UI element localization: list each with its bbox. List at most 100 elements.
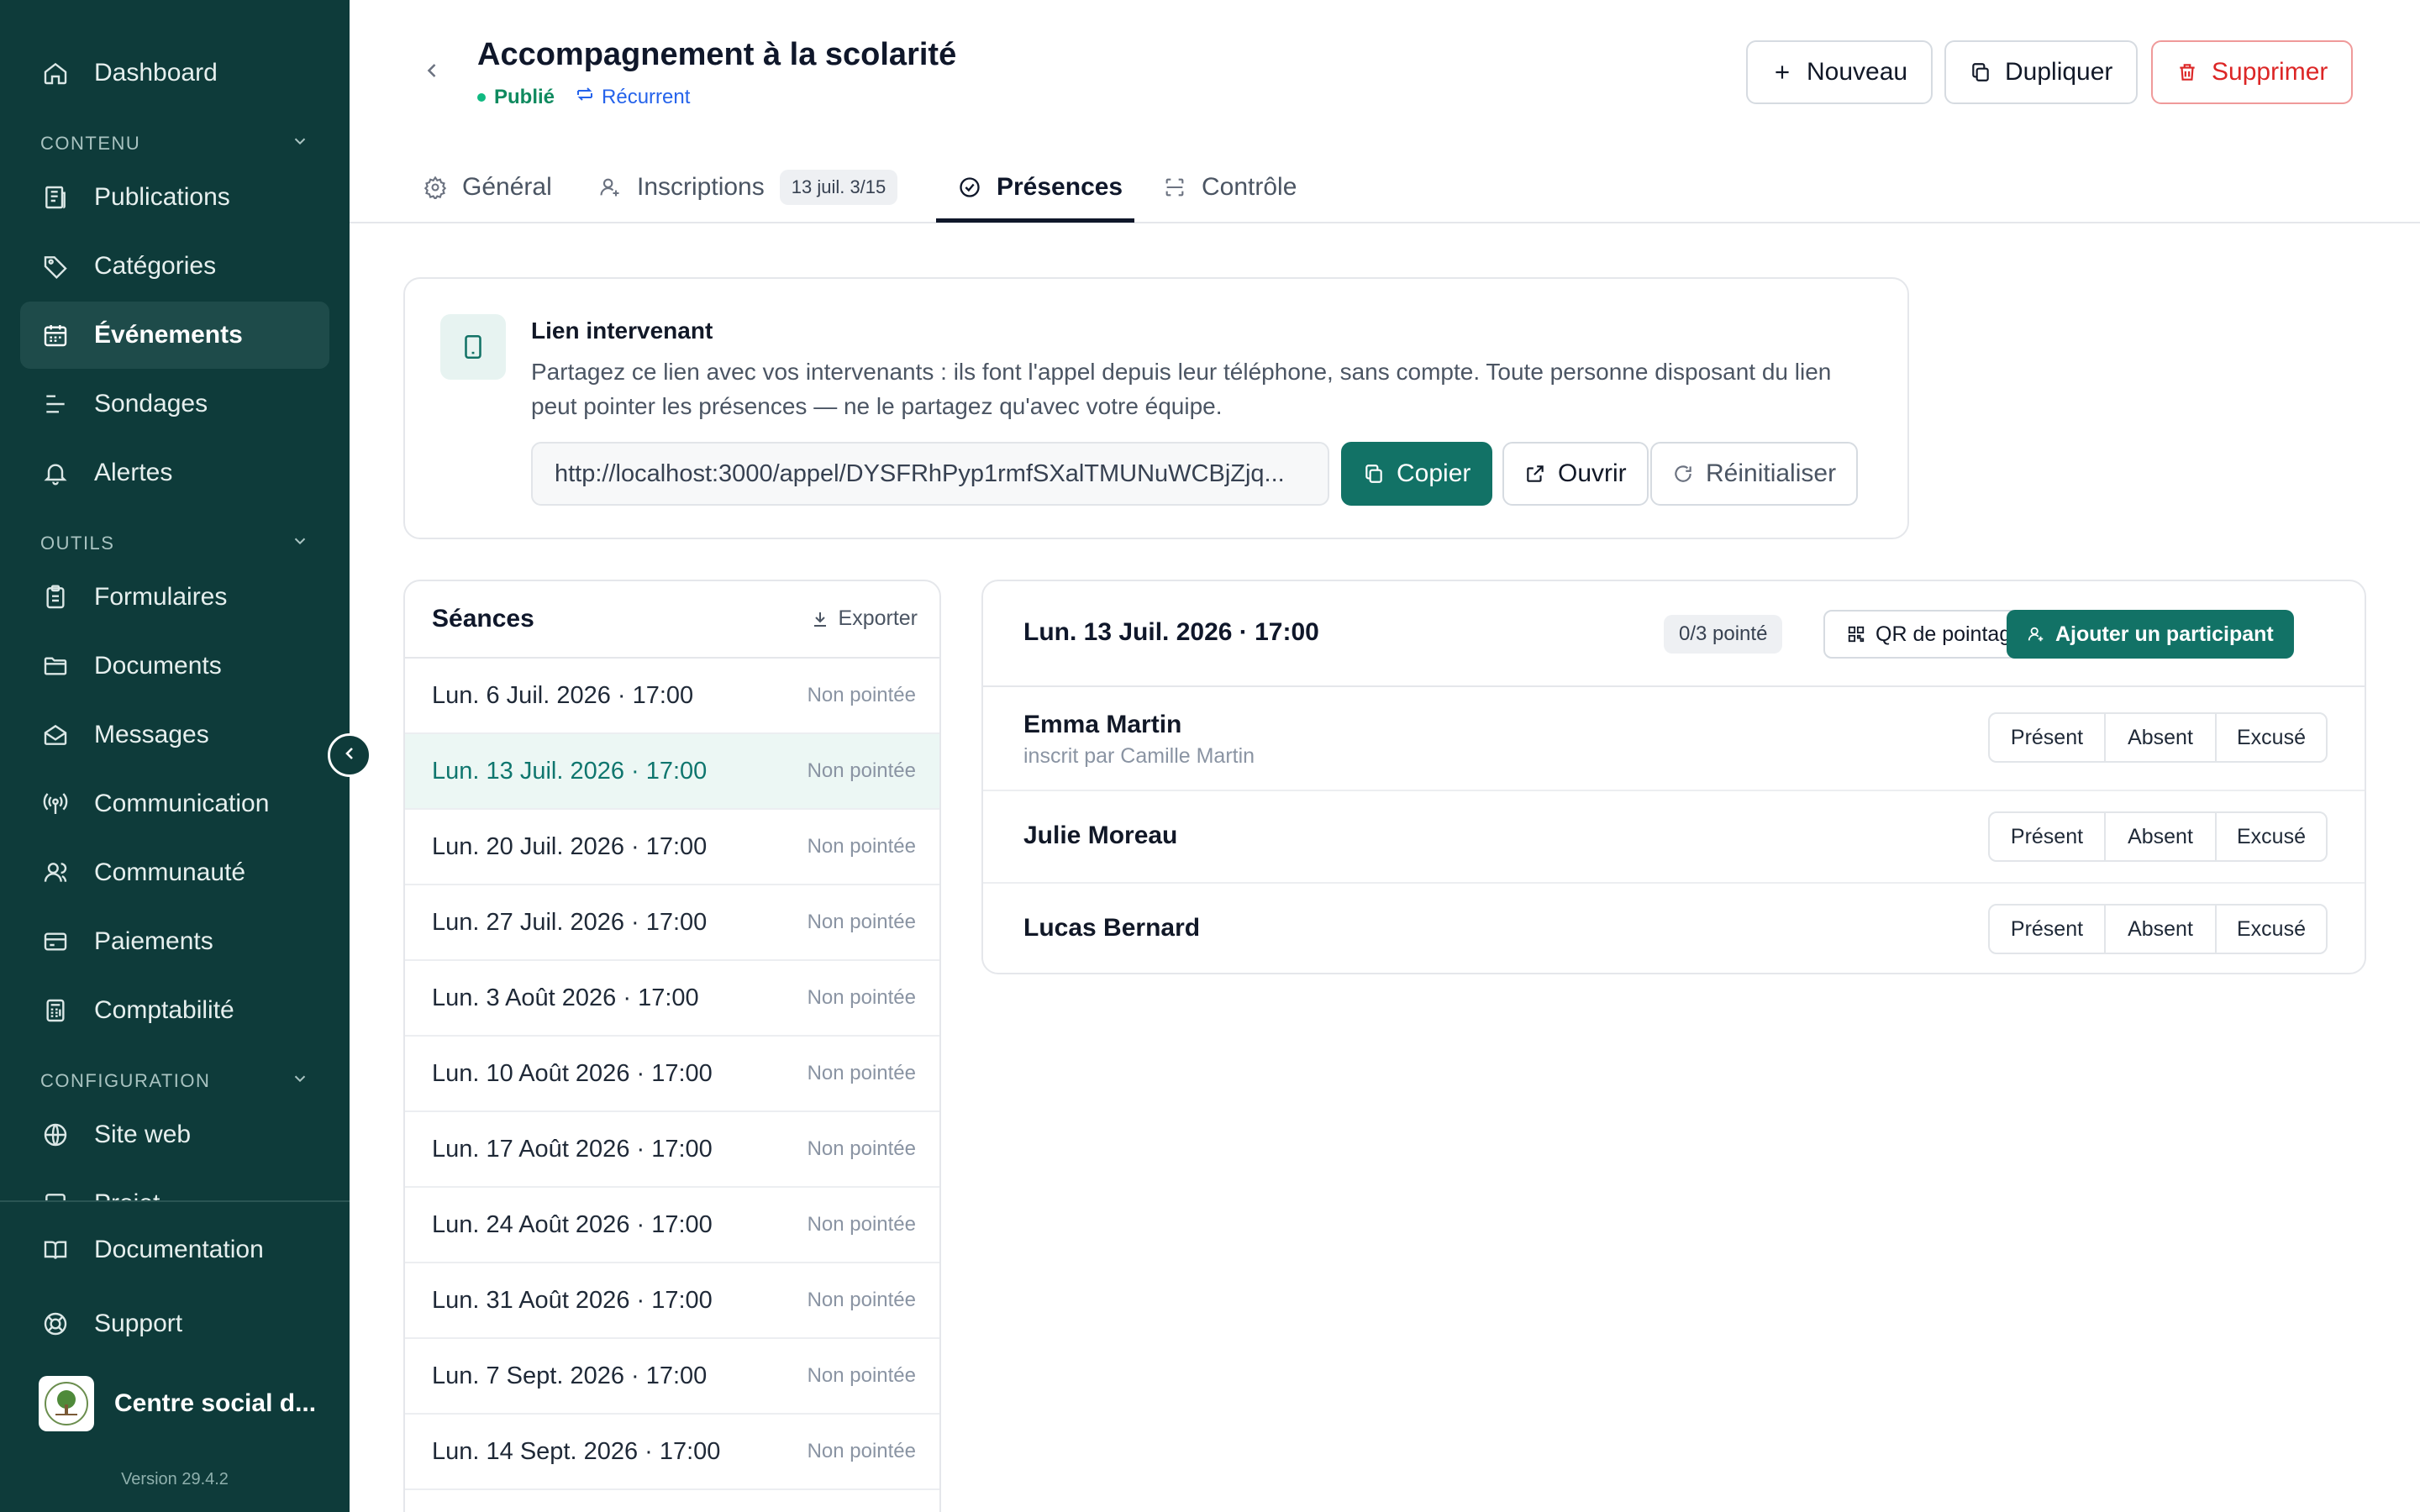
session-date: Lun. 6 Juil. 2026 · 17:00 — [432, 681, 694, 709]
tab-general[interactable]: Général — [424, 151, 552, 223]
sidebar-item-documents[interactable]: Documents — [20, 633, 329, 700]
reset-link-button[interactable]: Réinitialiser — [1650, 442, 1859, 506]
tab-label: Général — [462, 173, 552, 201]
absent-button[interactable]: Absent — [2106, 813, 2217, 860]
session-row-selected[interactable]: Lun. 13 Juil. 2026 · 17:00 Non pointée — [405, 734, 939, 810]
copy-link-button[interactable]: Copier — [1341, 442, 1493, 506]
session-date: Lun. 27 Juil. 2026 · 17:00 — [432, 908, 708, 936]
sidebar-item-publications[interactable]: Publications — [20, 164, 329, 231]
tab-bar: Général Inscriptions 13 juil. 3/15 Prése… — [350, 151, 2420, 223]
excused-button[interactable]: Excusé — [2217, 906, 2326, 953]
session-row[interactable]: Lun. 6 Juil. 2026 · 17:00 Non pointée — [405, 659, 939, 734]
present-button[interactable]: Présent — [1990, 714, 2106, 761]
tab-badge: 13 juil. 3/15 — [779, 170, 898, 205]
folder-icon — [40, 651, 71, 681]
session-row[interactable]: Lun. 17 Août 2026 · 17:00 Non pointée — [405, 1112, 939, 1188]
session-row[interactable]: Lun. 24 Août 2026 · 17:00 Non pointée — [405, 1188, 939, 1263]
sidebar-item-sondages[interactable]: Sondages — [20, 370, 329, 438]
absent-button[interactable]: Absent — [2106, 714, 2217, 761]
copy-icon — [1970, 61, 1991, 83]
chevron-down-icon — [291, 132, 309, 155]
attendance-selector: Présent Absent Excusé — [1988, 904, 2328, 954]
project-icon — [40, 1189, 71, 1201]
export-button[interactable]: Exporter — [810, 606, 918, 631]
sidebar-item-label: Documentation — [94, 1236, 264, 1263]
attendance-count-badge: 0/3 pointé — [1664, 615, 1783, 654]
qr-code-icon — [1847, 625, 1865, 643]
session-row[interactable]: Lun. 27 Juil. 2026 · 17:00 Non pointée — [405, 885, 939, 961]
session-date: Lun. 17 Août 2026 · 17:00 — [432, 1135, 713, 1163]
sidebar-item-categories[interactable]: Catégories — [20, 233, 329, 300]
sidebar-item-label: Projet — [94, 1189, 160, 1201]
session-row[interactable]: Lun. 31 Août 2026 · 17:00 Non pointée — [405, 1263, 939, 1339]
sidebar-item-support[interactable]: Support — [20, 1290, 329, 1357]
excused-button[interactable]: Excusé — [2217, 813, 2326, 860]
duplicate-button[interactable]: Dupliquer — [1944, 40, 2139, 104]
chevron-down-icon — [291, 532, 309, 555]
session-date: Lun. 20 Juil. 2026 · 17:00 — [432, 832, 708, 860]
sidebar-item-documentation[interactable]: Documentation — [20, 1216, 329, 1284]
session-detail-panel: Lun. 13 Juil. 2026 · 17:00 0/3 pointé QR… — [981, 580, 2366, 974]
duplicate-button-label: Dupliquer — [2005, 58, 2113, 86]
sidebar-item-label: Communication — [94, 790, 270, 817]
link-url-field[interactable]: http://localhost:3000/appel/DYSFRhPyp1rm… — [531, 442, 1329, 506]
session-row[interactable]: Lun. 3 Août 2026 · 17:00 Non pointée — [405, 961, 939, 1037]
tab-inscriptions[interactable]: Inscriptions 13 juil. 3/15 — [598, 151, 898, 223]
sidebar-item-paiements[interactable]: Paiements — [20, 908, 329, 975]
sidebar-item-alertes[interactable]: Alertes — [20, 439, 329, 507]
phone-icon — [440, 314, 506, 380]
sidebar-item-label: Comptabilité — [94, 996, 234, 1024]
session-status: Non pointée — [807, 1213, 916, 1236]
export-label: Exporter — [838, 606, 918, 630]
session-date: Lun. 10 Août 2026 · 17:00 — [432, 1059, 713, 1087]
session-row[interactable]: Lun. 14 Sept. 2026 · 17:00 Non pointée — [405, 1415, 939, 1490]
sidebar-item-communication[interactable]: Communication — [20, 770, 329, 837]
session-row[interactable]: Lun. 7 Sept. 2026 · 17:00 Non pointée — [405, 1339, 939, 1415]
organization-switcher[interactable]: Centre social d... — [39, 1376, 316, 1431]
section-header-outils[interactable]: OUTILS — [40, 527, 309, 560]
new-button[interactable]: Nouveau — [1746, 40, 1933, 104]
session-row[interactable]: Lun. 10 Août 2026 · 17:00 Non pointée — [405, 1037, 939, 1112]
add-participant-button[interactable]: Ajouter un participant — [2007, 610, 2294, 659]
collapse-sidebar-button[interactable] — [328, 733, 371, 777]
sidebar-item-comptabilite[interactable]: Comptabilité — [20, 977, 329, 1044]
speaker-link-card: Lien intervenant Partagez ce lien avec v… — [403, 277, 1909, 539]
sidebar-item-communaute[interactable]: Communauté — [20, 839, 329, 906]
user-plus-icon — [598, 176, 622, 199]
sidebar-item-label: Alertes — [94, 459, 173, 486]
sidebar-item-projet[interactable]: Projet — [20, 1170, 329, 1201]
participant-name: Emma Martin — [1023, 711, 1182, 738]
participant-registered-by: inscrit par Camille Martin — [1023, 744, 1255, 768]
users-icon — [40, 858, 71, 888]
open-link-button[interactable]: Ouvrir — [1502, 442, 1649, 506]
download-icon — [810, 609, 830, 629]
version-label: Version 29.4.2 — [121, 1470, 229, 1488]
tab-controle[interactable]: Contrôle — [1163, 151, 1297, 223]
sidebar-item-dashboard[interactable]: Dashboard — [20, 39, 329, 107]
session-status: Non pointée — [807, 1440, 916, 1462]
external-link-icon — [1524, 463, 1546, 485]
sidebar-item-messages[interactable]: Messages — [20, 701, 329, 769]
sidebar-item-formulaires[interactable]: Formulaires — [20, 564, 329, 631]
absent-button[interactable]: Absent — [2106, 906, 2217, 953]
section-header-configuration[interactable]: CONFIGURATION — [40, 1064, 309, 1098]
section-header-contenu[interactable]: CONTENU — [40, 127, 309, 160]
session-status: Non pointée — [807, 911, 916, 933]
tab-presences[interactable]: Présences — [958, 151, 1123, 223]
sidebar-item-label: Catégories — [94, 252, 217, 280]
present-button[interactable]: Présent — [1990, 813, 2106, 860]
user-plus-icon — [2027, 625, 2045, 643]
delete-button[interactable]: Supprimer — [2151, 40, 2354, 104]
session-status: Non pointée — [807, 684, 916, 706]
sidebar-item-label: Site web — [94, 1121, 192, 1148]
session-row[interactable]: Lun. 20 Juil. 2026 · 17:00 Non pointée — [405, 810, 939, 885]
sidebar-item-label: Messages — [94, 721, 209, 748]
sidebar-item-label: Paiements — [94, 927, 213, 955]
sidebar-item-site-web[interactable]: Site web — [20, 1101, 329, 1168]
sidebar-item-label: Communauté — [94, 858, 246, 886]
tag-icon — [40, 251, 71, 281]
excused-button[interactable]: Excusé — [2217, 714, 2326, 761]
back-button[interactable] — [417, 57, 447, 87]
present-button[interactable]: Présent — [1990, 906, 2106, 953]
sidebar-item-evenements[interactable]: Événements — [20, 302, 329, 369]
